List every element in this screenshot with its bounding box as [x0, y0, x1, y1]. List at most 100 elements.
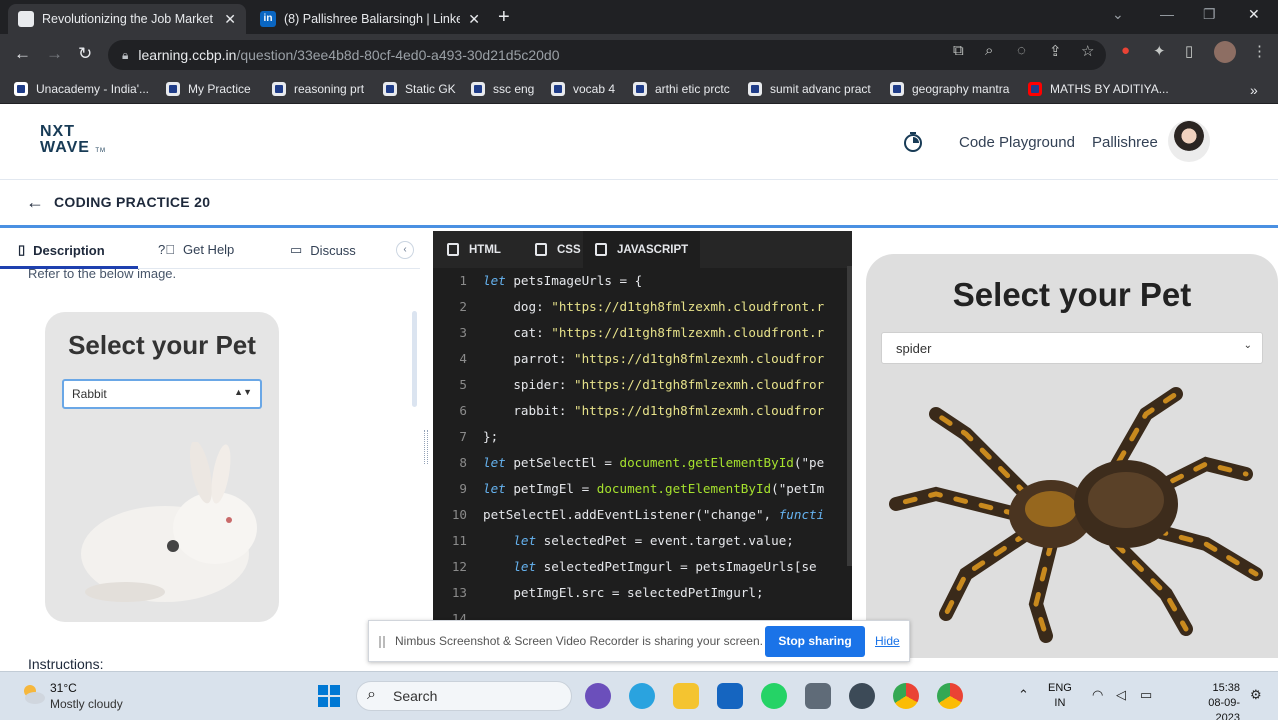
share-icon[interactable]: ⇪: [1049, 42, 1062, 60]
lock-icon: 🔒︎: [122, 47, 129, 62]
tab-get-help[interactable]: ?⃝ Get Help: [158, 242, 234, 257]
bookmark-label: sumit advanc pract: [770, 82, 871, 96]
weather-temperature: 31°C: [50, 681, 77, 695]
zoom-icon[interactable]: ⌕: [985, 42, 993, 59]
code-line: 7};: [459, 429, 499, 444]
instructions-heading: Instructions:: [28, 656, 104, 671]
linkedin-icon: in: [260, 11, 276, 27]
collapse-panel-icon[interactable]: ‹: [396, 241, 414, 259]
bookmark-label: arthi etic prctc: [655, 82, 730, 96]
forward-arrow-icon[interactable]: →: [46, 44, 63, 64]
clock-time: 15:38: [1212, 682, 1240, 694]
tab-search-chevron-icon[interactable]: ⌄: [1112, 6, 1124, 23]
bookmark-item[interactable]: ssc eng: [471, 82, 534, 96]
profile-avatar-icon[interactable]: [1214, 41, 1236, 63]
volume-icon[interactable]: ◁: [1116, 687, 1126, 703]
bookmark-item[interactable]: reasoning prt: [272, 82, 364, 96]
new-tab-icon[interactable]: +: [498, 6, 510, 29]
bookmark-item[interactable]: Unacademy - India'...: [14, 82, 149, 96]
notifications-icon[interactable]: ⚙: [1250, 687, 1262, 703]
expected-output-preview: Select your Pet Rabbit ▲▼: [45, 312, 279, 622]
drag-handle-icon[interactable]: [379, 636, 385, 648]
description-scrollbar[interactable]: [412, 311, 417, 407]
bookmark-item[interactable]: Static GK: [383, 82, 456, 96]
bookmark-item[interactable]: geography mantra: [890, 82, 1009, 96]
code-line: 5 spider: "https://d1tgh8fmlzexmh.cloudf…: [459, 377, 825, 392]
chrome-profile-icon[interactable]: [937, 683, 963, 709]
chat-icon: ▭: [290, 242, 303, 257]
bookmark-item[interactable]: sumit advanc pract: [748, 82, 871, 96]
clock-app-icon[interactable]: [849, 683, 875, 709]
telegram-icon[interactable]: [629, 683, 655, 709]
chrome-icon[interactable]: [893, 683, 919, 709]
bookmark-item[interactable]: arthi etic prctc: [633, 82, 730, 96]
nxtwave-logo[interactable]: NXT WAVE TM: [40, 124, 106, 159]
logo-tm: TM: [95, 148, 107, 154]
back-arrow-icon[interactable]: ←: [14, 44, 31, 64]
preview-pet-select: Rabbit ▲▼: [62, 379, 262, 409]
site-header: NXT WAVE TM Code Playground Pallishree: [0, 104, 1278, 180]
taskbar-search[interactable]: ⌕ Search: [356, 681, 572, 711]
close-window-icon[interactable]: ✕: [1248, 6, 1260, 23]
maximize-icon[interactable]: ❐: [1203, 6, 1216, 23]
tab-label: HTML: [469, 243, 501, 256]
minimize-icon[interactable]: —: [1160, 6, 1174, 22]
pet-select[interactable]: spider ⌄: [881, 332, 1263, 364]
tab-description[interactable]: ▯ Description: [18, 242, 105, 258]
hide-link[interactable]: Hide: [875, 634, 900, 648]
cloudy-weather-icon[interactable]: [20, 682, 46, 706]
bookmark-favicon-icon: [14, 82, 28, 96]
reload-icon[interactable]: ↻: [78, 44, 92, 64]
back-arrow-icon[interactable]: ←: [26, 192, 44, 213]
code-playground-link[interactable]: Code Playground: [959, 134, 1075, 151]
code-line: 13 petImgEl.src = selectedPetImgurl;: [451, 585, 764, 600]
close-tab-icon[interactable]: ✕: [224, 11, 236, 28]
more-bookmarks-icon[interactable]: »: [1250, 82, 1258, 98]
browser-tab-job-market[interactable]: Revolutionizing the Job Market | ✕: [8, 4, 246, 34]
bookmark-favicon-icon: [748, 82, 762, 96]
bookmark-star-icon[interactable]: ☆: [1081, 42, 1094, 60]
file-explorer-icon[interactable]: [673, 683, 699, 709]
description-panel: Refer to the below image. ▯ Description …: [0, 231, 420, 671]
timer-icon[interactable]: [902, 131, 924, 153]
resize-handle[interactable]: [424, 430, 428, 464]
system-clock[interactable]: 15:38 08-09-2023: [1196, 681, 1240, 720]
mail-icon[interactable]: [717, 683, 743, 709]
windows-start-icon[interactable]: [318, 685, 340, 707]
editor-scrollbar[interactable]: [847, 266, 852, 566]
battery-icon[interactable]: ▭: [1140, 687, 1152, 703]
code-line: 11 let selectedPet = event.target.value;: [451, 533, 794, 548]
open-in-app-icon[interactable]: ⧉: [953, 42, 964, 59]
share-message: Nimbus Screenshot & Screen Video Recorde…: [395, 634, 763, 648]
side-panel-icon[interactable]: ▯: [1185, 42, 1193, 60]
user-name[interactable]: Pallishree: [1092, 134, 1158, 151]
tab-html[interactable]: HTML: [435, 231, 513, 268]
url-path: /question/33ee4b8d-80cf-4ed0-a493-30d21d…: [236, 47, 560, 63]
user-avatar[interactable]: [1168, 120, 1210, 162]
bookmark-item[interactable]: vocab 4: [551, 82, 615, 96]
menu-dots-icon[interactable]: ⋮: [1252, 42, 1267, 60]
tab-discuss[interactable]: ▭ Discuss: [290, 242, 356, 258]
teams-icon[interactable]: [585, 683, 611, 709]
code-editor[interactable]: HTML CSS JAVASCRIPT 1 let petsImageUrls =…: [433, 231, 852, 621]
recording-icon[interactable]: ●: [1121, 42, 1130, 59]
wifi-icon[interactable]: ◠: [1092, 687, 1103, 703]
tab-label: Description: [33, 242, 105, 258]
show-hidden-icons-icon[interactable]: ⌃: [1018, 687, 1029, 703]
bookmarks-bar: Unacademy - India'... My Practice reason…: [0, 76, 1278, 104]
browser-tab-linkedin[interactable]: in (8) Pallishree Baliarsingh | LinkedIn…: [250, 4, 490, 34]
lang-line1: ENG: [1048, 682, 1072, 694]
bookmark-item[interactable]: My Practice: [166, 82, 251, 96]
logo-line2: WAVE: [40, 139, 90, 156]
bookmark-item[interactable]: MATHS BY ADITIYA...: [1028, 82, 1169, 96]
input-language[interactable]: ENG IN: [1048, 681, 1072, 711]
extensions-icon[interactable]: ✦: [1153, 42, 1166, 60]
eye-off-icon[interactable]: ◌: [1017, 42, 1026, 59]
tab-javascript[interactable]: JAVASCRIPT: [583, 231, 701, 268]
html-file-icon: [447, 243, 459, 256]
close-tab-icon[interactable]: ✕: [468, 11, 480, 28]
camera-icon[interactable]: [805, 683, 831, 709]
bookmark-favicon-icon: [890, 82, 904, 96]
whatsapp-icon[interactable]: [761, 683, 787, 709]
stop-sharing-button[interactable]: Stop sharing: [765, 626, 865, 657]
